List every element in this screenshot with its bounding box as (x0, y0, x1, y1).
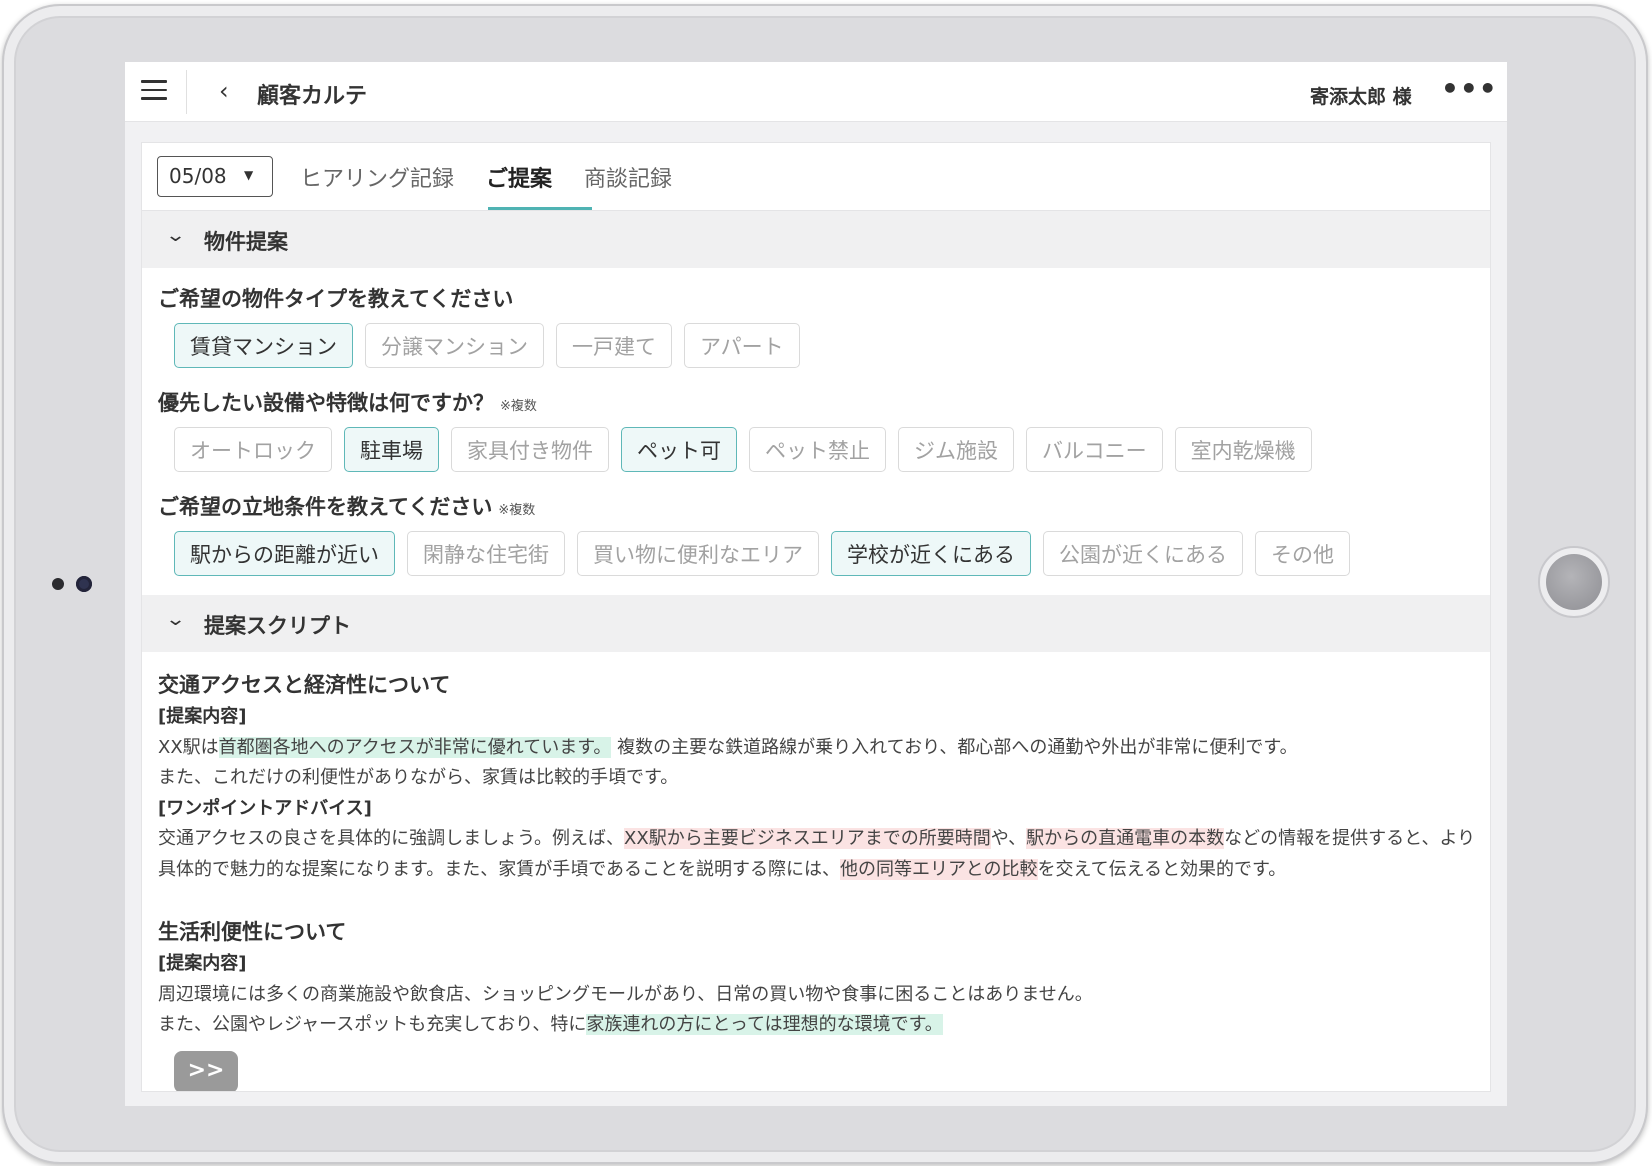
camera-sensor (52, 578, 64, 590)
caret-down-icon: ▼ (244, 168, 254, 182)
highlight-green: 家族連れの方にとっては理想的な環境です。 (586, 1014, 943, 1035)
question-note: ※複数 (498, 503, 536, 518)
script-heading: 生活利便性について (158, 920, 347, 944)
date-select-value: 05/08 (169, 164, 227, 188)
content-card: 05/08 ▼ ヒアリング記録 ご提案 商談記録 ⌄ 物件提案 ご希望の物件タイ… (141, 142, 1491, 1092)
chip-option[interactable]: 駅からの距離が近い (174, 531, 395, 576)
top-app-bar: ‹ 顧客カルテ 寄添太郎 様 ••• (125, 62, 1507, 122)
chip-option[interactable]: 買い物に便利なエリア (577, 531, 819, 576)
page-title: 顧客カルテ (257, 84, 368, 109)
chip-option[interactable]: 室内乾燥機 (1174, 427, 1312, 472)
chip-option[interactable]: 閑静な住宅街 (407, 531, 565, 576)
script-label: [提案内容] (158, 953, 247, 974)
chip-option[interactable]: ペット禁止 (749, 427, 886, 472)
section-title: 提案スクリプト (204, 614, 351, 638)
chip-option[interactable]: 分譲マンション (365, 323, 544, 368)
chip-option[interactable]: 家具付き物件 (451, 427, 609, 472)
tab-bar: 05/08 ▼ ヒアリング記録 ご提案 商談記録 (142, 143, 1490, 211)
chip-group-features: オートロック 駐車場 家具付き物件 ペット可 ペット禁止 ジム施設 バルコニー … (174, 427, 1312, 472)
tab-hearing[interactable]: ヒアリング記録 (300, 161, 454, 193)
camera-lens (76, 576, 92, 592)
chip-group-property-type: 賃貸マンション 分譲マンション 一戸建て アパート (174, 323, 800, 368)
question-label: ご希望の物件タイプを教えてください (158, 287, 514, 311)
chip-option[interactable]: ペット可 (621, 427, 737, 472)
highlight-red: 他の同等エリアとの比較 (840, 858, 1038, 880)
chip-option[interactable]: 一戸建て (556, 323, 672, 368)
script-paragraph: また、これだけの利便性がありながら、家賃は比較的手頃です。 (158, 767, 679, 788)
chip-option[interactable]: 学校が近くにある (831, 531, 1031, 576)
active-tab-indicator (488, 207, 592, 210)
hamburger-menu-icon[interactable] (141, 80, 167, 104)
highlight-red: 駅からの直通電車の本数 (1026, 828, 1225, 849)
chip-option[interactable]: 駐車場 (344, 427, 439, 472)
chip-option[interactable]: アパート (684, 323, 800, 368)
script-paragraph: また、公園やレジャースポットも充実しており、特に家族連れの方にとっては理想的な環… (158, 1014, 943, 1035)
chevron-down-icon: ⌄ (164, 609, 187, 630)
highlight-green: 首都圏各地へのアクセスが非常に優れています。 (218, 736, 612, 758)
highlight-red: XX駅から主要ビジネスエリアまでの所要時間 (624, 828, 991, 849)
tab-negotiation[interactable]: 商談記録 (584, 161, 672, 193)
chip-option[interactable]: バルコニー (1026, 427, 1163, 472)
proposal-script: 交通アクセスと経済性について [提案内容] XX駅は首都圏各地へのアクセスが非常… (158, 668, 1483, 1041)
section-title: 物件提案 (204, 230, 288, 254)
script-heading: 交通アクセスと経済性について (158, 673, 451, 697)
chip-option[interactable]: その他 (1255, 531, 1350, 576)
back-chevron-icon[interactable]: ‹ (219, 77, 229, 105)
script-label: [ワンポイントアドバイス] (158, 797, 372, 819)
question-label: ご希望の立地条件を教えてください (158, 495, 493, 519)
script-paragraph: XX駅は首都圏各地へのアクセスが非常に優れています。 複数の主要な鉄道路線が乗り… (158, 736, 1298, 758)
tab-proposal[interactable]: ご提案 (486, 161, 552, 193)
chip-option[interactable]: オートロック (174, 427, 332, 472)
home-button[interactable] (1538, 546, 1610, 618)
script-label: [提案内容] (158, 706, 247, 727)
question-features: 優先したい設備や特徴は何ですか？ ※複数 (158, 387, 537, 417)
date-select[interactable]: 05/08 ▼ (157, 156, 273, 197)
expand-button[interactable]: >> (174, 1051, 238, 1091)
question-note: ※複数 (500, 399, 537, 414)
customer-name: 寄添太郎 様 (1310, 86, 1412, 108)
chip-option[interactable]: 公園が近くにある (1043, 531, 1243, 576)
chip-group-location: 駅からの距離が近い 閑静な住宅街 買い物に便利なエリア 学校が近くにある 公園が… (174, 531, 1350, 576)
divider (186, 70, 187, 114)
chip-option[interactable]: ジム施設 (898, 427, 1014, 472)
script-advice: 交通アクセスの良さを具体的に強調しましょう。例えば、XX駅から主要ビジネスエリア… (158, 828, 1476, 880)
app-screen: ‹ 顧客カルテ 寄添太郎 様 ••• 05/08 ▼ ヒアリング記録 ご提案 商… (125, 62, 1507, 1106)
question-label: 優先したい設備や特徴は何ですか？ (158, 391, 494, 415)
section-header-property[interactable]: ⌄ 物件提案 (142, 211, 1490, 268)
question-location: ご希望の立地条件を教えてください ※複数 (158, 491, 535, 521)
chevron-down-icon: ⌄ (164, 225, 187, 246)
question-property-type: ご希望の物件タイプを教えてください (158, 283, 513, 313)
section-header-script[interactable]: ⌄ 提案スクリプト (142, 595, 1490, 652)
chip-option[interactable]: 賃貸マンション (174, 323, 353, 368)
more-options-icon[interactable]: ••• (1441, 72, 1498, 105)
script-paragraph: 周辺環境には多くの商業施設や飲食店、ショッピングモールがあり、日常の買い物や食事… (158, 983, 1093, 1005)
